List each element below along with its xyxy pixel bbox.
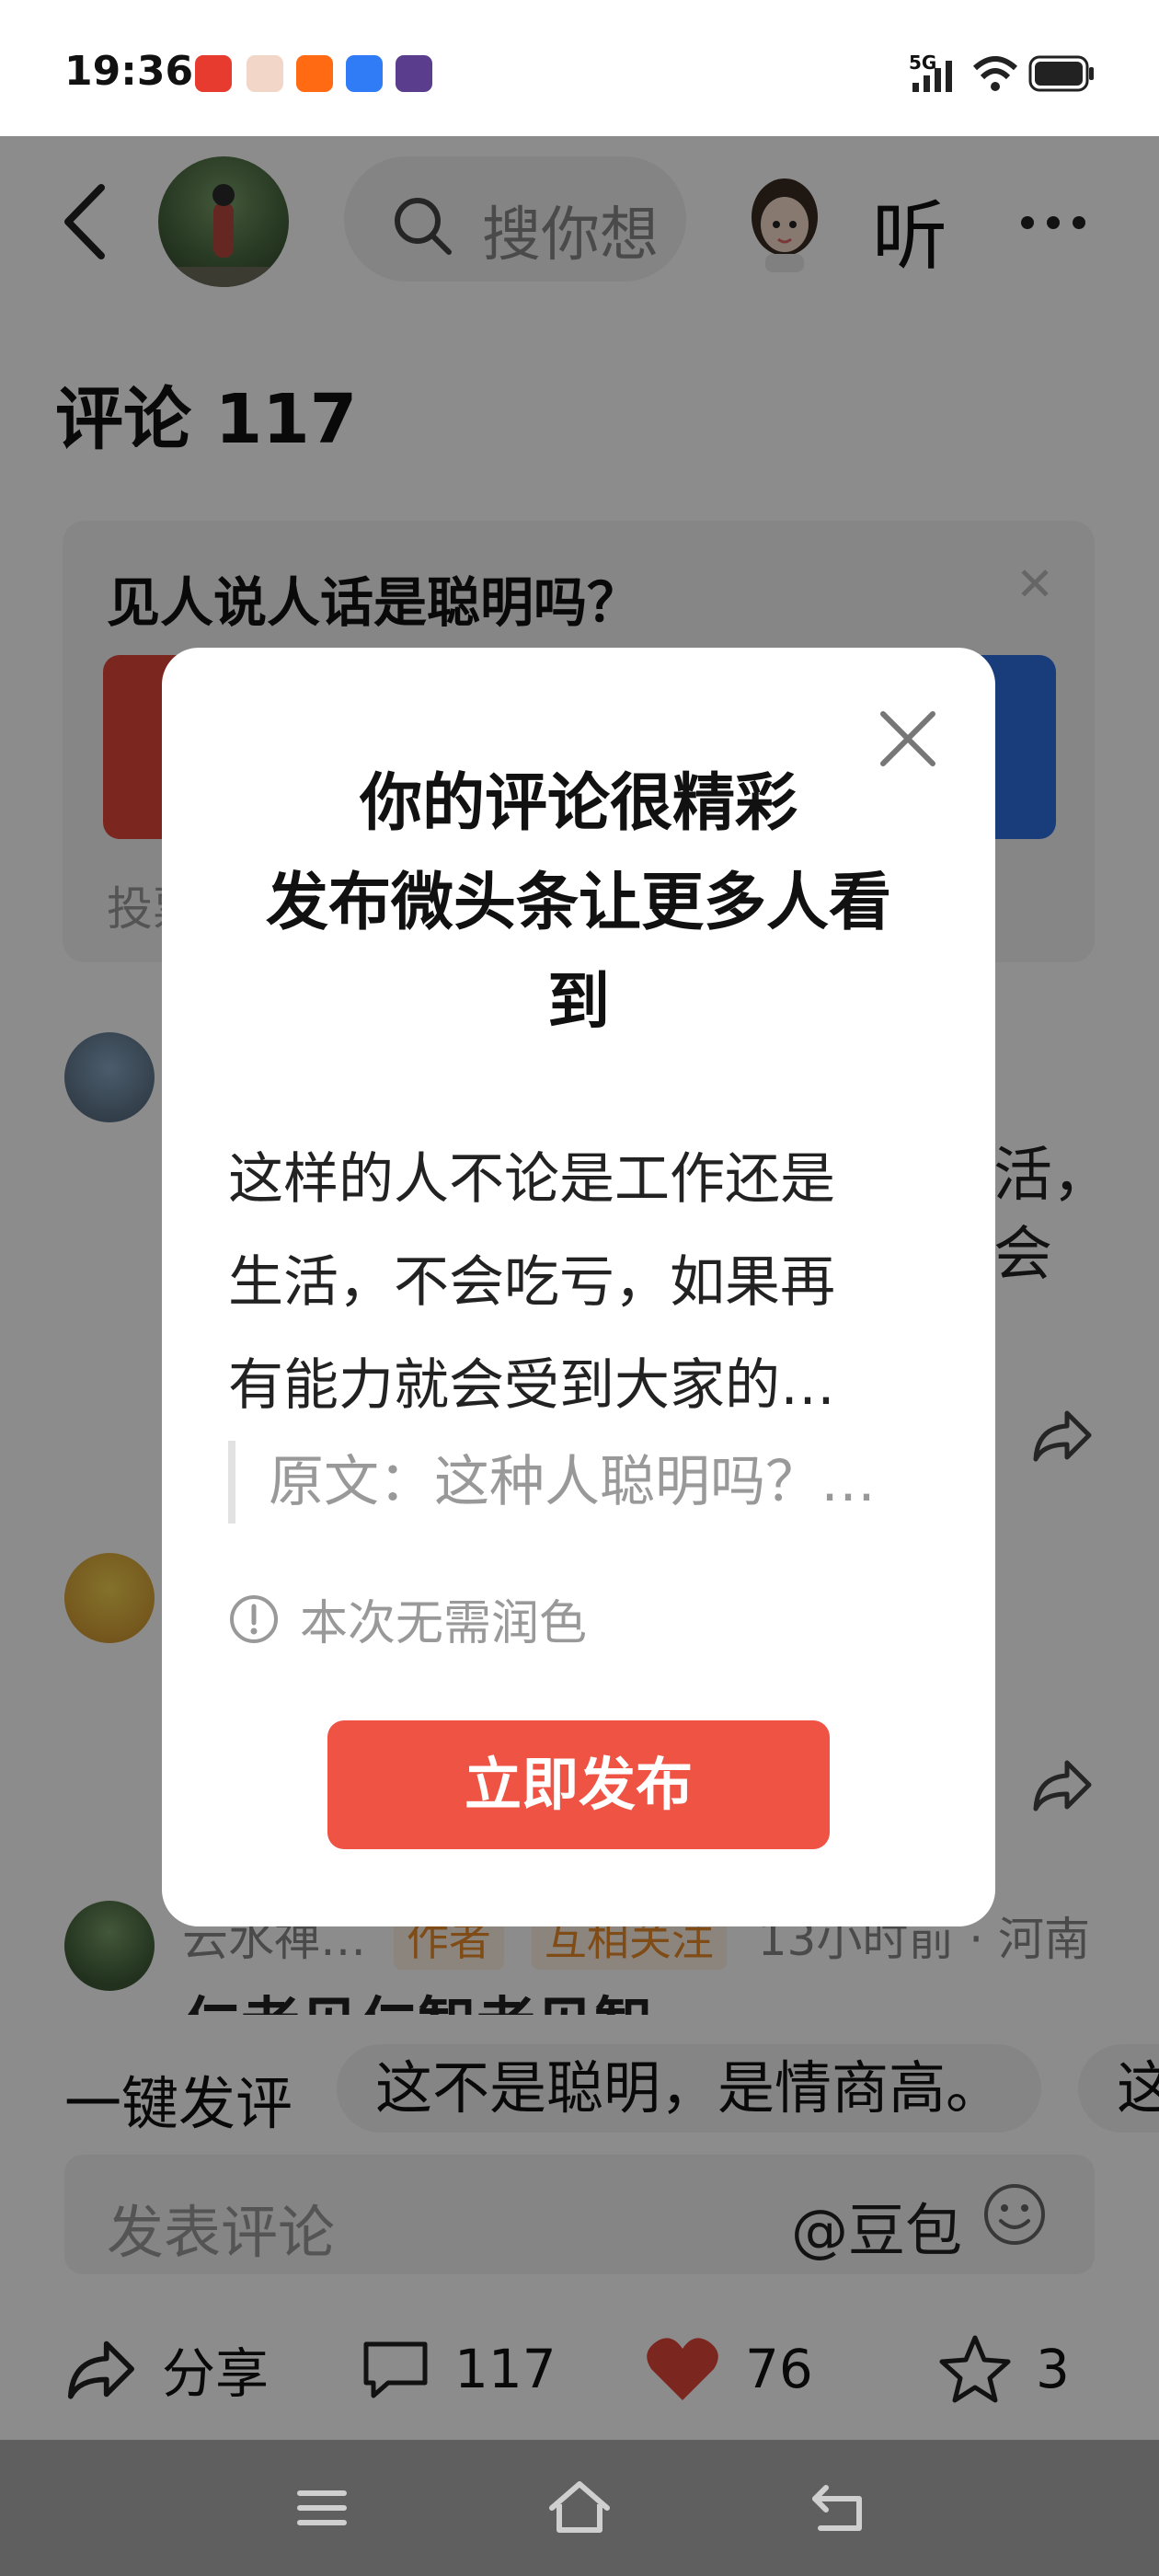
battery-icon xyxy=(1028,55,1094,92)
dialog-body-line: 这样的人不论是工作还是 xyxy=(228,1147,835,1212)
info-icon xyxy=(230,1594,278,1643)
system-nav-bar xyxy=(0,2440,1159,2576)
publish-dialog: 你的评论很精彩 发布微头条让更多人看 到 这样的人不论是工作还是 生活，不会吃亏… xyxy=(162,648,995,1926)
dialog-title: 你的评论很精彩 发布微头条让更多人看 到 xyxy=(162,754,995,1052)
polish-note: 本次无需润色 xyxy=(228,1584,587,1653)
original-quote: 原文：这种人聪明吗？… xyxy=(228,1441,927,1524)
avatar-app-icon xyxy=(247,55,283,92)
toutiao-app-icon xyxy=(195,55,232,92)
dialog-body-line: 生活，不会吃亏，如果再 xyxy=(228,1250,835,1315)
dialog-body-line: 有能力就会受到大家的… xyxy=(228,1353,835,1418)
dialog-comment-text: 这样的人不论是工作还是 生活，不会吃亏，如果再 有能力就会受到大家的… xyxy=(228,1128,927,1437)
status-bar: 19:36 5G xyxy=(0,0,1159,136)
menu-icon[interactable] xyxy=(294,2480,350,2536)
polish-note-text: 本次无需润色 xyxy=(300,1596,588,1651)
publish-now-button[interactable]: 立即发布 xyxy=(327,1720,830,1849)
back-nav-icon[interactable] xyxy=(808,2478,868,2536)
game-app-icon xyxy=(396,55,432,92)
wifi-icon xyxy=(972,56,1018,91)
home-icon[interactable] xyxy=(546,2477,613,2537)
dialog-title-line: 你的评论很精彩 xyxy=(359,767,798,840)
dialog-title-line: 发布微头条让更多人看 xyxy=(265,867,891,939)
signal-icon xyxy=(912,61,952,92)
kuaishou-app-icon xyxy=(296,55,333,92)
baidu-app-icon xyxy=(346,55,383,92)
status-time: 19:36 xyxy=(64,48,194,95)
dialog-title-line: 到 xyxy=(546,966,610,1039)
